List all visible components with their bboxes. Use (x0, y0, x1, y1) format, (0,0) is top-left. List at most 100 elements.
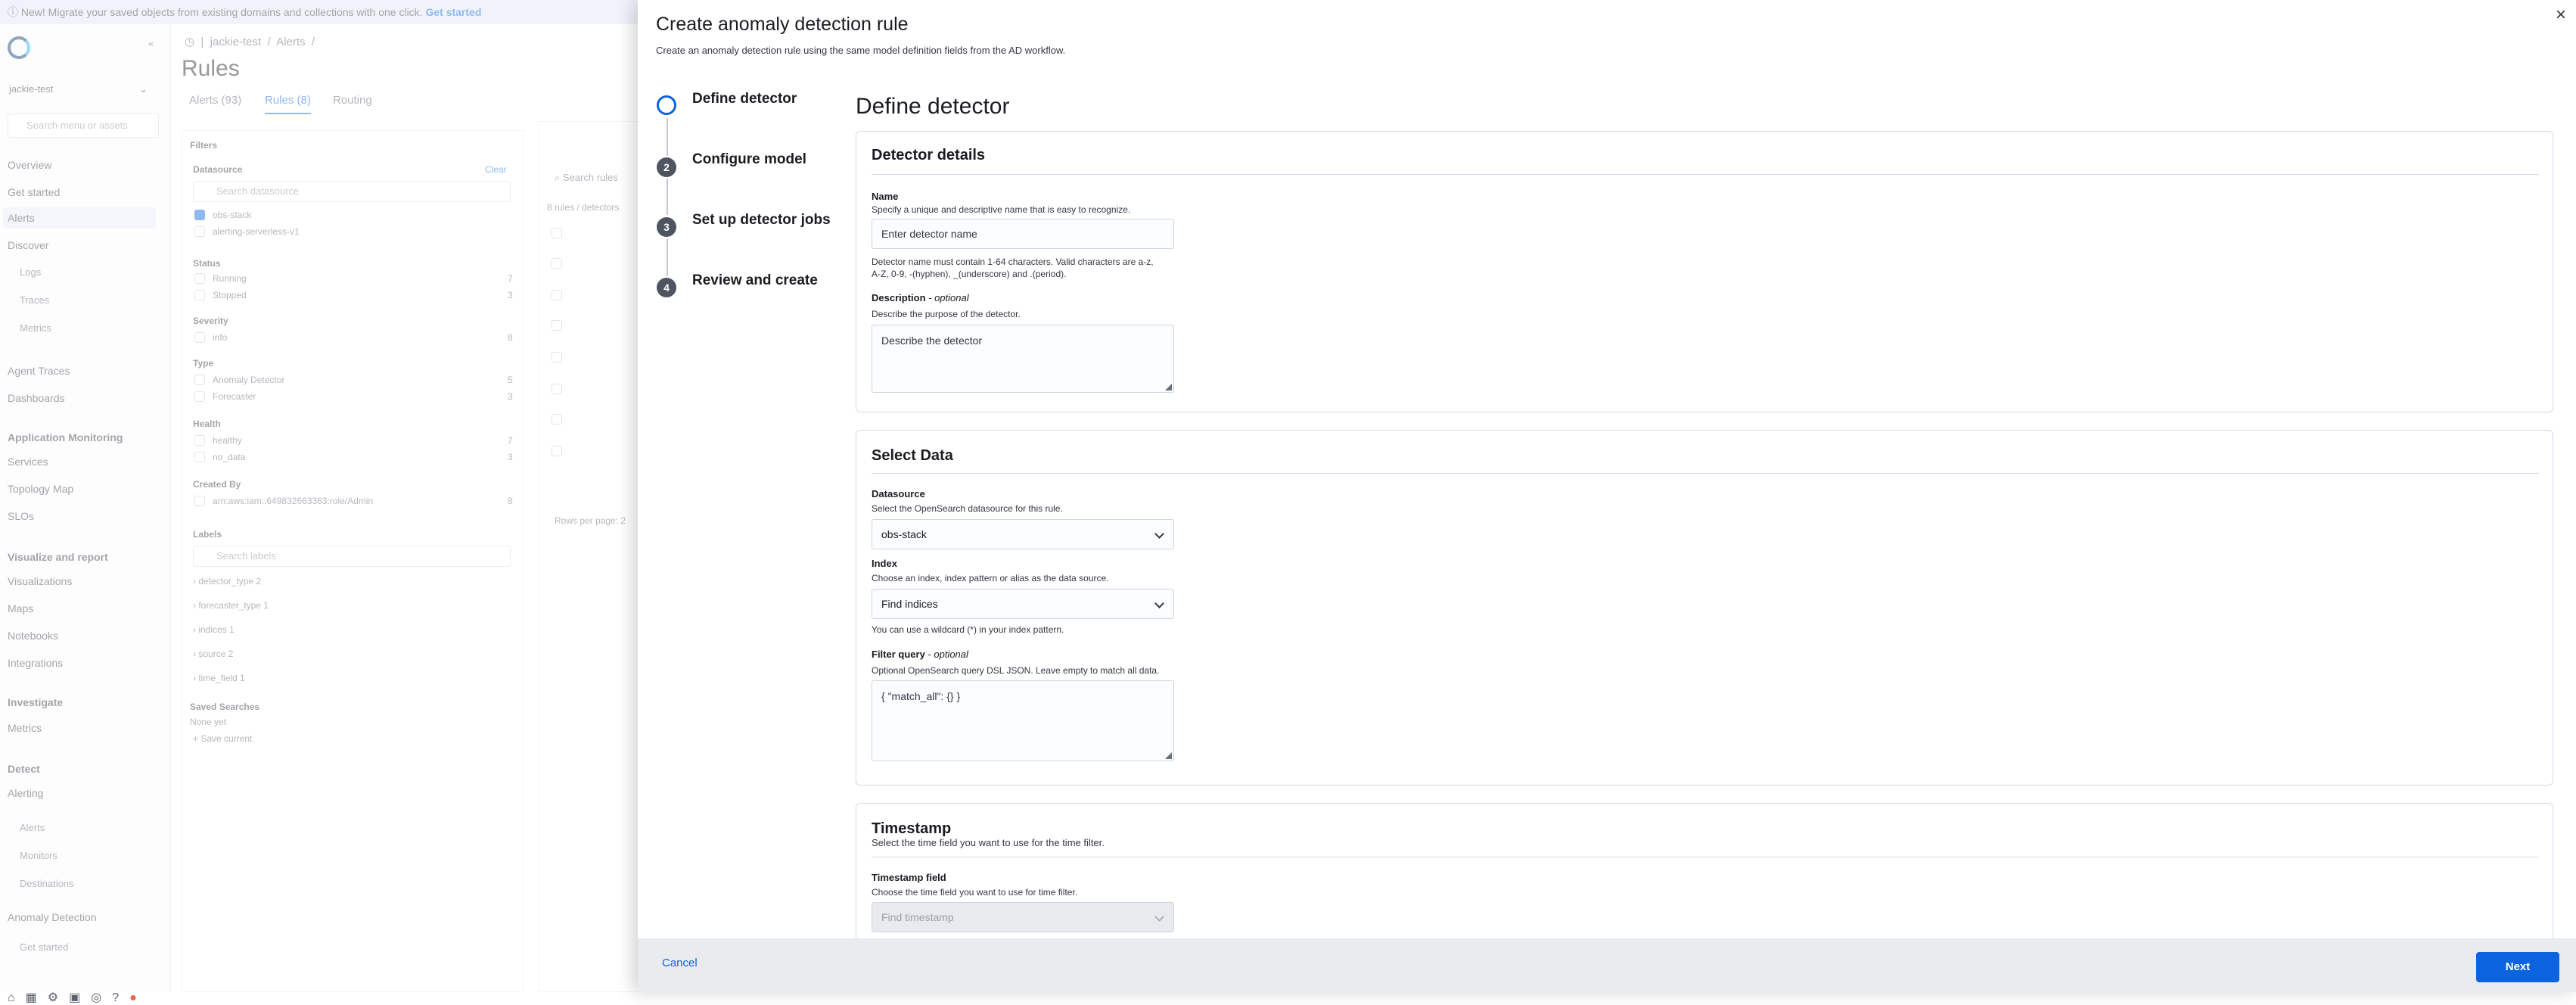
health-option[interactable]: healthy (213, 435, 242, 446)
tab-routing[interactable]: Routing (333, 94, 372, 107)
cancel-button[interactable]: Cancel (662, 957, 698, 969)
health-checkbox[interactable] (194, 452, 205, 462)
label-group[interactable]: › detector_type 2 (193, 576, 261, 587)
grid-icon[interactable]: ▦ (26, 991, 48, 1004)
type-checkbox[interactable] (194, 375, 205, 385)
rows-per-page[interactable]: Rows per page: 2 (555, 515, 626, 526)
nav-alerts[interactable]: Alerts (8, 212, 35, 224)
description-textarea[interactable]: Describe the detector (872, 325, 1174, 393)
nav-metrics[interactable]: Metrics (20, 322, 51, 334)
datasource-select[interactable]: obs-stack (872, 519, 1174, 549)
nav-search-input[interactable]: Search menu or assets (8, 114, 159, 138)
severity-checkbox[interactable] (194, 332, 205, 343)
row-checkbox[interactable] (552, 352, 562, 362)
datasource-option[interactable]: alerting-serverless-v1 (213, 226, 300, 237)
step-2-indicator[interactable]: 2 (657, 157, 676, 177)
nav-services[interactable]: Services (8, 456, 48, 468)
nav-alerting[interactable]: Alerting (8, 787, 43, 799)
collapse-nav-icon[interactable]: « (148, 38, 154, 49)
help-icon[interactable]: ? (112, 991, 129, 1004)
labels-search-input[interactable]: Search labels (193, 546, 511, 567)
index-combobox[interactable]: Find indices (872, 589, 1174, 619)
step-configure-model[interactable]: Configure model (692, 151, 806, 168)
filter-clear-button[interactable]: Clear (485, 164, 507, 175)
severity-option[interactable]: info (213, 332, 227, 343)
datasource-checkbox[interactable] (194, 210, 205, 220)
nav-ad-get-started[interactable]: Get started (20, 941, 68, 953)
nav-discover[interactable]: Discover (8, 239, 48, 251)
row-checkbox[interactable] (552, 446, 562, 456)
step-3-indicator[interactable]: 3 (657, 217, 676, 237)
created-by-checkbox[interactable] (194, 496, 205, 506)
datasource-option[interactable]: obs-stack (213, 210, 251, 220)
nav-get-started[interactable]: Get started (8, 186, 60, 198)
nav-investigate-metrics[interactable]: Metrics (8, 722, 42, 734)
row-checkbox[interactable] (552, 228, 562, 238)
step-setup-jobs[interactable]: Set up detector jobs (692, 212, 831, 229)
next-button[interactable]: Next (2476, 952, 2559, 982)
nav-dashboards[interactable]: Dashboards (8, 392, 65, 404)
status-checkbox[interactable] (194, 290, 205, 300)
health-checkbox[interactable] (194, 435, 205, 446)
type-option[interactable]: Anomaly Detector (213, 375, 284, 385)
opensearch-logo-icon[interactable] (8, 36, 30, 59)
nav-agent-traces[interactable]: Agent Traces (8, 365, 70, 377)
label-group[interactable]: › indices 1 (193, 624, 235, 635)
nav-maps[interactable]: Maps (8, 602, 33, 615)
nav-topology-map[interactable]: Topology Map (8, 483, 73, 495)
step-define-detector[interactable]: Define detector (692, 91, 797, 107)
resize-handle-icon[interactable] (1165, 384, 1172, 390)
nav-integrations[interactable]: Integrations (8, 657, 63, 669)
resize-handle-icon[interactable] (1165, 752, 1172, 759)
datasource-checkbox[interactable] (194, 226, 205, 237)
row-checkbox[interactable] (552, 414, 562, 425)
type-checkbox[interactable] (194, 391, 205, 402)
nav-overview[interactable]: Overview (8, 159, 51, 171)
row-checkbox[interactable] (552, 290, 562, 300)
banner-get-started-link[interactable]: Get started (425, 6, 481, 18)
breadcrumb-alerts[interactable]: Alerts (276, 36, 305, 48)
rules-search-input[interactable]: ⌕ Search rules (555, 172, 618, 184)
label-group[interactable]: › source 2 (193, 649, 233, 659)
status-checkbox[interactable] (194, 273, 205, 284)
label-group[interactable]: › time_field 1 (193, 673, 245, 683)
step-review-create[interactable]: Review and create (692, 272, 818, 289)
dev-tools-icon[interactable]: ◎ (91, 991, 112, 1004)
nav-alerting-alerts[interactable]: Alerts (20, 822, 45, 833)
row-checkbox[interactable] (552, 320, 562, 331)
save-current-button[interactable]: + Save current (193, 733, 252, 744)
nav-alerting-destinations[interactable]: Destinations (20, 878, 74, 889)
workspace-selector[interactable]: jackie-test ⌄ (9, 83, 148, 95)
nav-bottom-toolbar: ⌂▦⚙▣◎?● (8, 990, 148, 1005)
home-icon[interactable]: ⌂ (8, 991, 26, 1004)
nav-logs[interactable]: Logs (20, 266, 41, 278)
step-1-indicator[interactable] (657, 95, 676, 115)
nav-notebooks[interactable]: Notebooks (8, 630, 58, 642)
type-option[interactable]: Forecaster (213, 391, 256, 402)
row-checkbox[interactable] (552, 258, 562, 269)
settings-icon[interactable]: ⚙ (48, 991, 69, 1004)
close-icon[interactable]: × (2556, 5, 2566, 26)
history-icon[interactable]: ◷ (185, 36, 194, 48)
calendar-icon[interactable]: ▣ (69, 991, 91, 1004)
nav-slos[interactable]: SLOs (8, 510, 34, 522)
created-by-option[interactable]: arn:aws:iam::649832663363:role/Admin (213, 496, 373, 506)
nav-traces[interactable]: Traces (20, 294, 49, 306)
user-avatar[interactable]: ● (129, 991, 148, 1004)
nav-alerting-monitors[interactable]: Monitors (20, 850, 57, 861)
breadcrumb-workspace[interactable]: jackie-test (210, 36, 262, 48)
status-option[interactable]: Running (213, 273, 247, 284)
tab-rules[interactable]: Rules (8) (265, 94, 311, 114)
detector-name-input[interactable]: Enter detector name (872, 219, 1174, 249)
datasource-search-input[interactable]: Search datasource (193, 181, 511, 202)
status-option[interactable]: Stopped (213, 290, 247, 300)
timestamp-select[interactable]: Find timestamp (872, 902, 1174, 932)
step-4-indicator[interactable]: 4 (657, 278, 676, 297)
nav-anomaly-detection[interactable]: Anomaly Detection (8, 911, 97, 923)
health-option[interactable]: no_data (213, 452, 245, 462)
filter-query-textarea[interactable]: { "match_all": {} } (872, 680, 1174, 761)
label-group[interactable]: › forecaster_type 1 (193, 600, 269, 611)
row-checkbox[interactable] (552, 384, 562, 394)
tab-alerts[interactable]: Alerts (93) (189, 94, 241, 107)
nav-visualizations[interactable]: Visualizations (8, 575, 72, 587)
